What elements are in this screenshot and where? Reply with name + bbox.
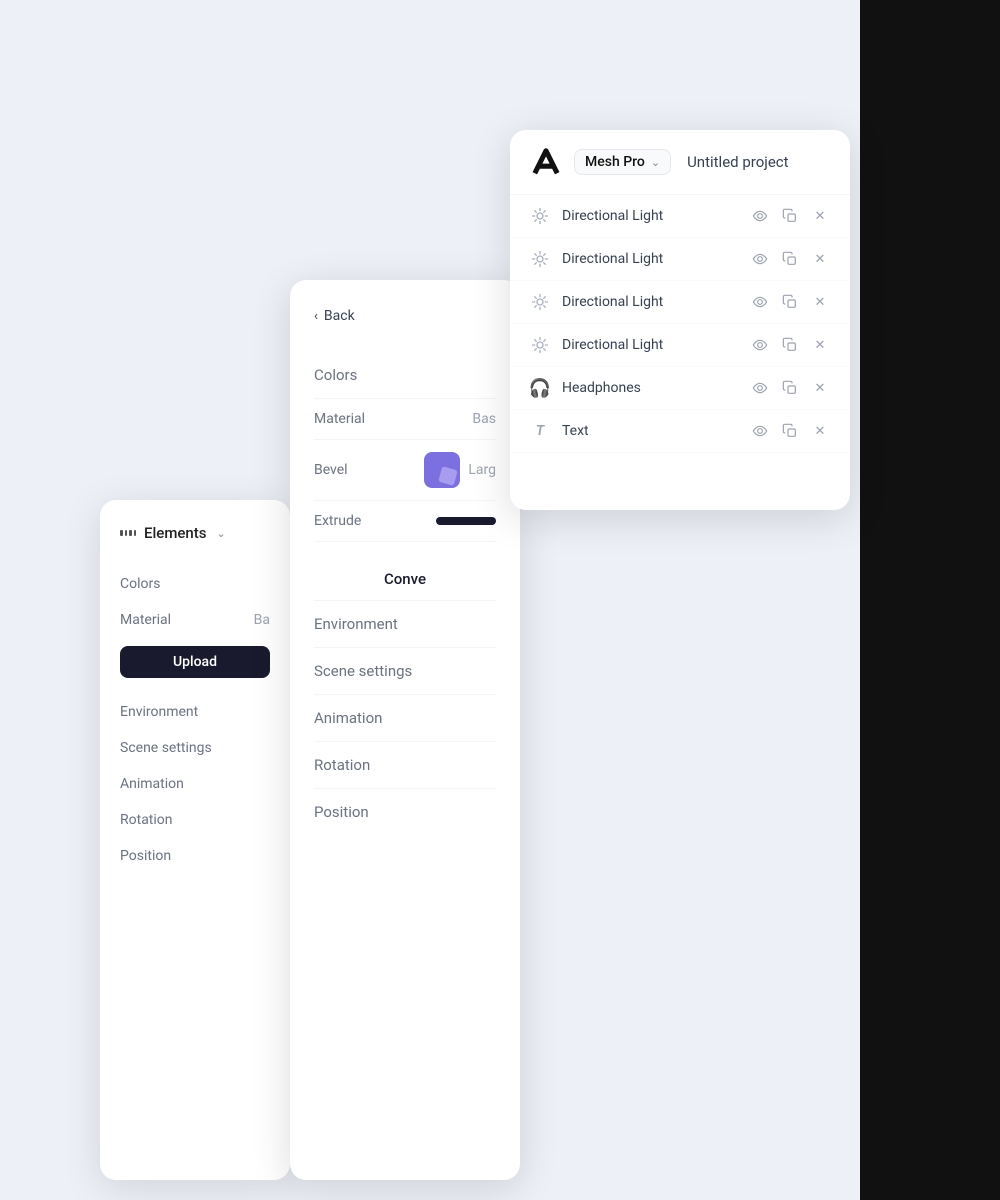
directional-light-icon-3 xyxy=(530,292,550,312)
scene-item-actions-headphones: ✕ xyxy=(750,378,830,398)
project-name: Untitled project xyxy=(687,153,788,171)
copy-icon-3[interactable] xyxy=(780,292,800,312)
scene-item-light-4[interactable]: Directional Light ✕ xyxy=(510,324,850,367)
mid-animation[interactable]: Animation xyxy=(314,695,496,742)
scene-item-actions-2: ✕ xyxy=(750,249,830,269)
scene-item-name-text: Text xyxy=(562,423,738,439)
mid-panel: ‹ Back Colors Material Bas Bevel Larg Ex… xyxy=(290,280,520,1180)
scene-item-headphones[interactable]: 🎧 Headphones ✕ xyxy=(510,367,850,410)
nav-scene-settings-left[interactable]: Scene settings xyxy=(120,730,270,766)
directional-light-icon-2 xyxy=(530,249,550,269)
mid-bevel-row[interactable]: Bevel Larg xyxy=(314,440,496,501)
scene-item-name-light-4: Directional Light xyxy=(562,337,738,353)
copy-icon-headphones[interactable] xyxy=(780,378,800,398)
scene-item-name-light-3: Directional Light xyxy=(562,294,738,310)
mid-bevel-label: Bevel xyxy=(314,462,348,478)
close-icon-text[interactable]: ✕ xyxy=(810,421,830,441)
visibility-icon-2[interactable] xyxy=(750,249,770,269)
elements-label: Elements xyxy=(144,524,207,542)
copy-icon-text[interactable] xyxy=(780,421,800,441)
scene-item-light-2[interactable]: Directional Light ✕ xyxy=(510,238,850,281)
close-icon-4[interactable]: ✕ xyxy=(810,335,830,355)
mid-scene-settings[interactable]: Scene settings xyxy=(314,648,496,695)
bevel-icon xyxy=(424,452,460,488)
elements-header[interactable]: Elements ⌄ xyxy=(120,524,270,542)
mid-material-value: Bas xyxy=(472,411,496,427)
copy-icon-2[interactable] xyxy=(780,249,800,269)
convert-button[interactable]: Conve xyxy=(314,558,496,601)
nav-environment-left[interactable]: Environment xyxy=(120,694,270,730)
mid-material-label: Material xyxy=(314,411,365,427)
mid-rotation[interactable]: Rotation xyxy=(314,742,496,789)
mid-position[interactable]: Position xyxy=(314,789,496,835)
mid-extrude-row[interactable]: Extrude xyxy=(314,501,496,542)
material-value: Ba xyxy=(254,612,270,628)
main-panel: Mesh Pro ⌄ Untitled project D xyxy=(510,130,850,510)
scene-item-name-light-2: Directional Light xyxy=(562,251,738,267)
visibility-icon-headphones[interactable] xyxy=(750,378,770,398)
copy-icon-4[interactable] xyxy=(780,335,800,355)
scene-item-actions-1: ✕ xyxy=(750,206,830,226)
scene-item-name-headphones: Headphones xyxy=(562,380,738,396)
grid-icon xyxy=(120,525,136,541)
mid-material-row[interactable]: Material Bas xyxy=(314,399,496,440)
mid-bevel-value: Larg xyxy=(468,462,496,478)
nav-animation-left[interactable]: Animation xyxy=(120,766,270,802)
directional-light-icon-4 xyxy=(530,335,550,355)
badge-chevron-icon: ⌄ xyxy=(651,156,660,169)
main-panel-header: Mesh Pro ⌄ Untitled project xyxy=(510,130,850,195)
chevron-down-icon: ⌄ xyxy=(217,527,226,540)
copy-icon-1[interactable] xyxy=(780,206,800,226)
close-icon-headphones[interactable]: ✕ xyxy=(810,378,830,398)
visibility-icon-3[interactable] xyxy=(750,292,770,312)
mid-colors[interactable]: Colors xyxy=(314,352,496,399)
scene-item-actions-3: ✕ xyxy=(750,292,830,312)
material-label: Material xyxy=(120,612,171,628)
back-button[interactable]: ‹ Back xyxy=(314,308,496,324)
scene-item-actions-text: ✕ xyxy=(750,421,830,441)
close-icon-3[interactable]: ✕ xyxy=(810,292,830,312)
nav-position-left[interactable]: Position xyxy=(120,838,270,874)
text-icon: T xyxy=(530,421,550,441)
headphones-icon: 🎧 xyxy=(530,378,550,398)
nav-rotation-left[interactable]: Rotation xyxy=(120,802,270,838)
scene-item-light-3[interactable]: Directional Light ✕ xyxy=(510,281,850,324)
visibility-icon-text[interactable] xyxy=(750,421,770,441)
product-badge[interactable]: Mesh Pro ⌄ xyxy=(574,149,671,175)
back-label: Back xyxy=(324,308,355,324)
scene-list: Directional Light ✕ Directional Light ✕ xyxy=(510,195,850,453)
scene-item-light-1[interactable]: Directional Light ✕ xyxy=(510,195,850,238)
visibility-icon-4[interactable] xyxy=(750,335,770,355)
scene-item-actions-4: ✕ xyxy=(750,335,830,355)
mid-environment[interactable]: Environment xyxy=(314,601,496,648)
close-icon-1[interactable]: ✕ xyxy=(810,206,830,226)
mid-extrude-label: Extrude xyxy=(314,513,361,529)
nav-colors-left[interactable]: Colors xyxy=(120,566,270,602)
extrude-slider[interactable] xyxy=(436,517,496,525)
visibility-icon-1[interactable] xyxy=(750,206,770,226)
left-panel: Elements ⌄ Colors Material Ba Upload Env… xyxy=(100,500,290,1180)
back-chevron-icon: ‹ xyxy=(314,309,318,324)
close-icon-2[interactable]: ✕ xyxy=(810,249,830,269)
scene-item-text[interactable]: T Text ✕ xyxy=(510,410,850,453)
scene-item-name-light-1: Directional Light xyxy=(562,208,738,224)
nav-material-left[interactable]: Material Ba xyxy=(120,602,270,638)
directional-light-icon-1 xyxy=(530,206,550,226)
adobe-logo xyxy=(530,146,562,178)
product-name: Mesh Pro xyxy=(585,154,645,170)
upload-button[interactable]: Upload xyxy=(120,646,270,678)
